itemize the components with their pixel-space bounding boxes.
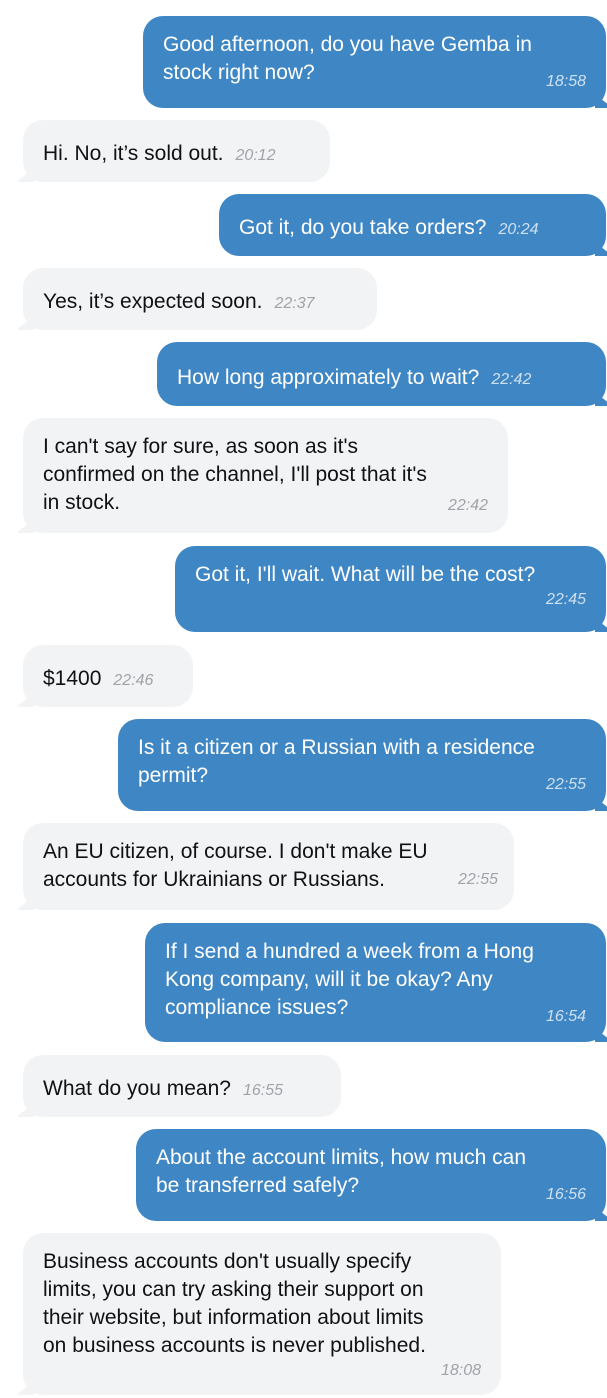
message-text: Business accounts don't usually specify … (43, 1250, 426, 1357)
message-text: Got it, do you take orders? (239, 216, 487, 239)
message-time: 20:12 (235, 147, 276, 164)
message-outgoing[interactable]: Good afternoon, do you have Gemba in sto… (143, 16, 606, 108)
message-outgoing[interactable]: About the account limits, how much can b… (136, 1129, 606, 1221)
message-incoming[interactable]: What do you mean? 16:55 (23, 1055, 341, 1117)
message-time: 22:42 (491, 371, 532, 388)
message-incoming[interactable]: Business accounts don't usually specify … (23, 1233, 501, 1395)
message-time: 22:45 (545, 591, 586, 608)
message-incoming[interactable]: $1400 22:46 (23, 645, 193, 707)
message-outgoing[interactable]: If I send a hundred a week from a Hong K… (145, 923, 606, 1042)
message-text: How long approximately to wait? (177, 366, 480, 389)
message-incoming[interactable]: Hi. No, it’s sold out. 20:12 (23, 120, 330, 182)
message-outgoing[interactable]: Got it, I'll wait. What will be the cost… (175, 546, 606, 632)
message-text: What do you mean? (43, 1077, 231, 1100)
message-incoming[interactable]: An EU citizen, of course. I don't make E… (23, 823, 514, 910)
message-outgoing[interactable]: Is it a citizen or a Russian with a resi… (118, 719, 606, 811)
message-text: Got it, I'll wait. What will be the cost… (195, 563, 536, 586)
message-time: 18:08 (440, 1362, 481, 1379)
message-time: 22:46 (113, 672, 154, 689)
message-text: $1400 (43, 667, 102, 690)
message-time: 16:55 (242, 1082, 283, 1099)
chat-thread: Good afternoon, do you have Gemba in sto… (0, 0, 607, 1398)
message-time: 22:37 (274, 295, 315, 312)
message-outgoing[interactable]: Got it, do you take orders? 20:24 (219, 194, 606, 256)
message-outgoing[interactable]: How long approximately to wait? 22:42 (157, 342, 606, 406)
message-text: Yes, it’s expected soon. (43, 290, 263, 313)
message-text: Hi. No, it’s sold out. (43, 142, 224, 165)
message-incoming[interactable]: I can't say for sure, as soon as it's co… (23, 418, 508, 533)
message-incoming[interactable]: Yes, it’s expected soon. 22:37 (23, 268, 377, 330)
message-time: 20:24 (498, 221, 539, 238)
